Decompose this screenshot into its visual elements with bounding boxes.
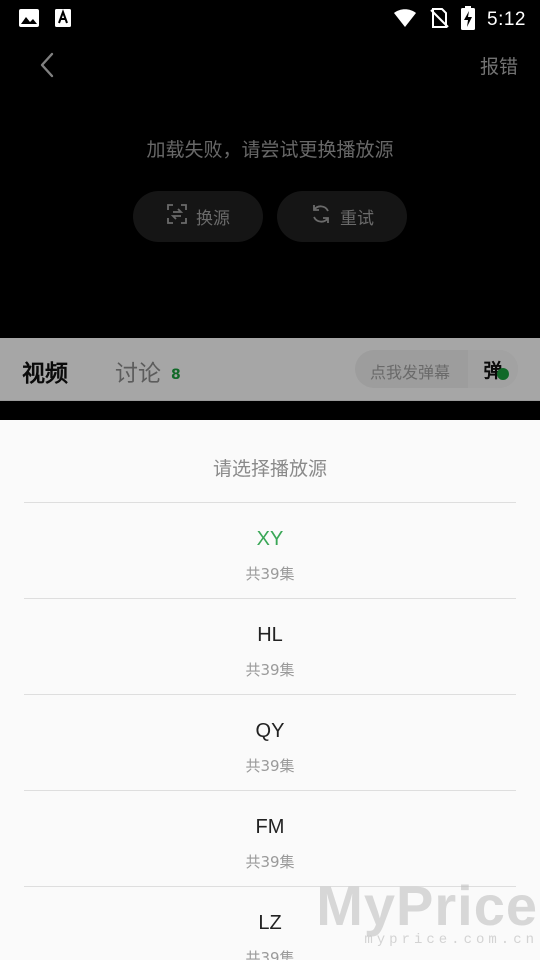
sheet-title: 请选择播放源 bbox=[212, 458, 327, 480]
source-episode-count: 共39集 bbox=[245, 661, 295, 679]
source-episode-count: 共39集 bbox=[245, 949, 295, 960]
image-icon bbox=[18, 8, 40, 32]
source-item[interactable]: LZ 共39集 bbox=[24, 886, 516, 960]
source-episode-count: 共39集 bbox=[245, 853, 295, 871]
source-picker-sheet: 请选择播放源 XY 共39集 HL 共39集 QY 共39集 FM 共39集 LZ 共39集 My… bbox=[0, 420, 540, 960]
source-episode-count: 共39集 bbox=[245, 757, 295, 775]
text-a-icon bbox=[54, 8, 72, 32]
status-bar: 5:12 bbox=[0, 0, 540, 36]
wifi-icon bbox=[393, 8, 417, 32]
source-name: FM bbox=[255, 816, 285, 838]
source-name: XY bbox=[256, 528, 284, 550]
status-time: 5:12 bbox=[487, 9, 526, 30]
source-episode-count: 共39集 bbox=[245, 565, 295, 583]
source-item[interactable]: XY 共39集 bbox=[24, 502, 516, 598]
source-item[interactable]: HL 共39集 bbox=[24, 598, 516, 694]
no-sim-icon bbox=[429, 7, 449, 33]
source-name: QY bbox=[255, 720, 285, 742]
source-name: HL bbox=[257, 624, 283, 646]
battery-charging-icon bbox=[461, 6, 476, 34]
source-item[interactable]: QY 共39集 bbox=[24, 694, 516, 790]
source-list: XY 共39集 HL 共39集 QY 共39集 FM 共39集 LZ 共39集 bbox=[24, 502, 516, 960]
source-name: LZ bbox=[258, 912, 282, 934]
source-item[interactable]: FM 共39集 bbox=[24, 790, 516, 886]
app-screen: 5:12 报错 加载失败，请尝试更换播放源 换源 重试 视频 讨论 8 点我发弹… bbox=[0, 0, 540, 960]
